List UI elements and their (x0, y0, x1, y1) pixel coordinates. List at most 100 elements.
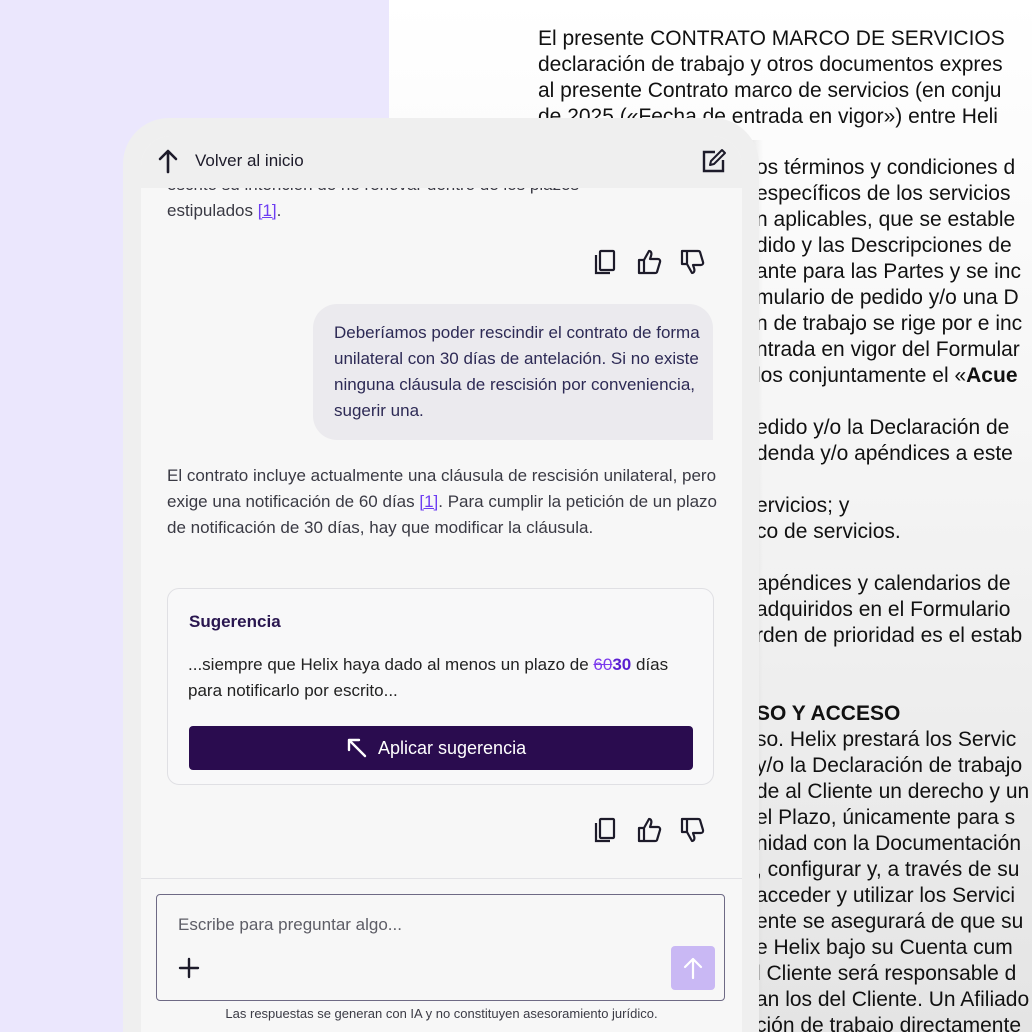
document-line-text: el Plazo, únicamente para s (756, 806, 1016, 829)
document-line: dido y las Descripciones de (756, 233, 1012, 259)
document-line-text: específicos de los servicios (756, 182, 1011, 205)
document-line: declaración de trabajo y otros documento… (538, 53, 1003, 76)
suggestion-title: Sugerencia (189, 612, 281, 631)
apply-suggestion-label: Aplicar sugerencia (378, 738, 527, 758)
document-line: denda y/o apéndices a este (756, 441, 1013, 467)
chat-panel: Volver al inicio escrito su intención de… (141, 136, 742, 1032)
document-line-text: apéndices y calendarios de (756, 572, 1011, 595)
document-line: acceder y utilizar los Servici (756, 883, 1015, 909)
document-line-text: dido y las Descripciones de (756, 234, 1012, 257)
document-line-text: so. Helix prestará los Servic (756, 728, 1017, 751)
document-line: ente se asegurará de que su (756, 909, 1023, 935)
plus-icon[interactable] (177, 956, 201, 980)
message-text: . (276, 201, 282, 220)
message-text: estipulados (167, 201, 258, 220)
document-right-text: os términos y condiciones d específicos … (756, 155, 1032, 1032)
document-line: ante para las Partes y se inc (756, 259, 1021, 285)
suggestion-text-before: ...siempre que Helix haya dado al menos … (188, 655, 594, 674)
document-line: el Plazo, únicamente para s (756, 805, 1015, 831)
document-line: apéndices y calendarios de (756, 571, 1011, 597)
thumbs-down-icon[interactable] (679, 816, 705, 844)
composer (156, 894, 725, 1001)
citation-link[interactable]: [1] (419, 492, 438, 511)
question-input[interactable] (178, 915, 698, 935)
document-line-text: y/o la Declaración de trabajo (756, 754, 1023, 777)
document-line-text: os términos y condiciones d (756, 156, 1016, 179)
document-line: El presente CONTRATO MARCO DE SERVICIOS (538, 27, 1005, 50)
document-bold-term: Acue (966, 364, 1018, 387)
document-line: edido y/o la Declaración de (756, 415, 1009, 441)
thumbs-up-icon[interactable] (636, 816, 662, 844)
composer-divider (141, 878, 742, 879)
message-line: estipulados [1]. (167, 198, 707, 224)
document-line: so. Helix prestará los Servic (756, 727, 1016, 753)
document-line: nidad con la Documentación (756, 831, 1021, 857)
suggestion-card: Sugerencia ...siempre que Helix haya dad… (167, 588, 714, 785)
document-line: os términos y condiciones d (756, 155, 1015, 181)
document-line: de al Cliente un derecho y un (756, 779, 1029, 805)
document-line-text: adquiridos en el Formulario (756, 598, 1011, 621)
document-line: , configurar y, a través de su (756, 857, 1019, 883)
document-line-text: nidad con la Documentación (756, 832, 1022, 855)
document-top-text: El presente CONTRATO MARCO DE SERVICIOS d… (538, 26, 1032, 130)
thumbs-down-icon[interactable] (679, 248, 705, 276)
document-line-text: n de trabajo se rige por e inc (756, 312, 1023, 335)
document-line-text: ente se asegurará de que su (756, 910, 1024, 933)
document-line-text: ante para las Partes y se inc (756, 260, 1021, 283)
chat-header: Volver al inicio (141, 136, 742, 188)
document-line-text: an los del Cliente. Un Afiliado (756, 988, 1030, 1011)
send-button[interactable] (671, 946, 715, 990)
document-line: co de servicios. (756, 519, 901, 545)
document-line-text: los conjuntamente el « (756, 364, 967, 387)
document-line-text: co de servicios. (756, 520, 901, 543)
user-message-text: Deberíamos poder rescindir el contrato d… (334, 323, 700, 420)
document-line: adquiridos en el Formulario (756, 597, 1010, 623)
suggestion-text: ...siempre que Helix haya dado al menos … (188, 652, 698, 704)
document-line: mulario de pedido y/o una D (756, 285, 1019, 311)
document-line-text: n aplicables, que se estable (756, 208, 1016, 231)
document-line-text: denda y/o apéndices a este (756, 442, 1013, 465)
apply-suggestion-button[interactable]: Aplicar sugerencia (189, 726, 693, 770)
document-line: n aplicables, que se estable (756, 207, 1015, 233)
document-line-text: ntrada en vigor del Formular (756, 338, 1020, 361)
document-line-text: , configurar y, a través de su (756, 858, 1020, 881)
copy-icon[interactable] (593, 248, 619, 276)
arrow-up-icon[interactable] (157, 148, 179, 174)
thumbs-up-icon[interactable] (636, 248, 662, 276)
edit-icon[interactable] (701, 148, 727, 174)
document-line: an los del Cliente. Un Afiliado (756, 987, 1029, 1013)
message-actions (593, 248, 705, 276)
document-line-text: de al Cliente un derecho y un (756, 780, 1030, 803)
document-line: ntrada en vigor del Formular (756, 337, 1020, 363)
document-line-text: ervicios; y (756, 494, 850, 517)
ai-disclaimer: Las respuestas se generan con IA y no co… (225, 1006, 658, 1021)
suggestion-inserted-text: 30 (612, 655, 632, 674)
document-line-text: e Helix bajo su Cuenta cum (756, 936, 1013, 959)
document-line: SO Y ACCESO (756, 701, 900, 727)
document-line: específicos de los servicios (756, 181, 1010, 207)
document-line: ción de trabajo directamente (756, 1013, 1021, 1032)
document-line: n de trabajo se rige por e inc (756, 311, 1022, 337)
document-line-text: edido y/o la Declaración de (756, 416, 1010, 439)
arrow-up-icon (683, 957, 703, 980)
assistant-message-reply: El contrato incluye actualmente una cláu… (167, 463, 719, 541)
suggestion-deleted-text: 60 (593, 655, 613, 674)
arrow-up-left-icon (347, 738, 367, 758)
document-line: al presente Contrato marco de servicios … (538, 79, 1002, 102)
document-line: rden de prioridad es el estab (756, 623, 1022, 649)
back-to-home-link[interactable]: Volver al inicio (195, 151, 304, 171)
document-line-text: acceder y utilizar los Servici (756, 884, 1016, 907)
document-line: e Helix bajo su Cuenta cum (756, 935, 1013, 961)
document-line: ervicios; y (756, 493, 849, 519)
document-line-text: l Cliente será responsable d (756, 962, 1017, 985)
document-line-text: SO Y ACCESO (756, 702, 901, 725)
citation-link[interactable]: [1] (258, 201, 277, 220)
document-line-text: mulario de pedido y/o una D (756, 286, 1019, 309)
copy-icon[interactable] (593, 816, 619, 844)
message-actions (593, 816, 705, 844)
document-line-text: ción de trabajo directamente (756, 1014, 1021, 1032)
document-line: los conjuntamente el «Acue (756, 363, 1018, 389)
document-line: l Cliente será responsable d (756, 961, 1016, 987)
document-line: y/o la Declaración de trabajo (756, 753, 1022, 779)
document-line-text: rden de prioridad es el estab (756, 624, 1023, 647)
